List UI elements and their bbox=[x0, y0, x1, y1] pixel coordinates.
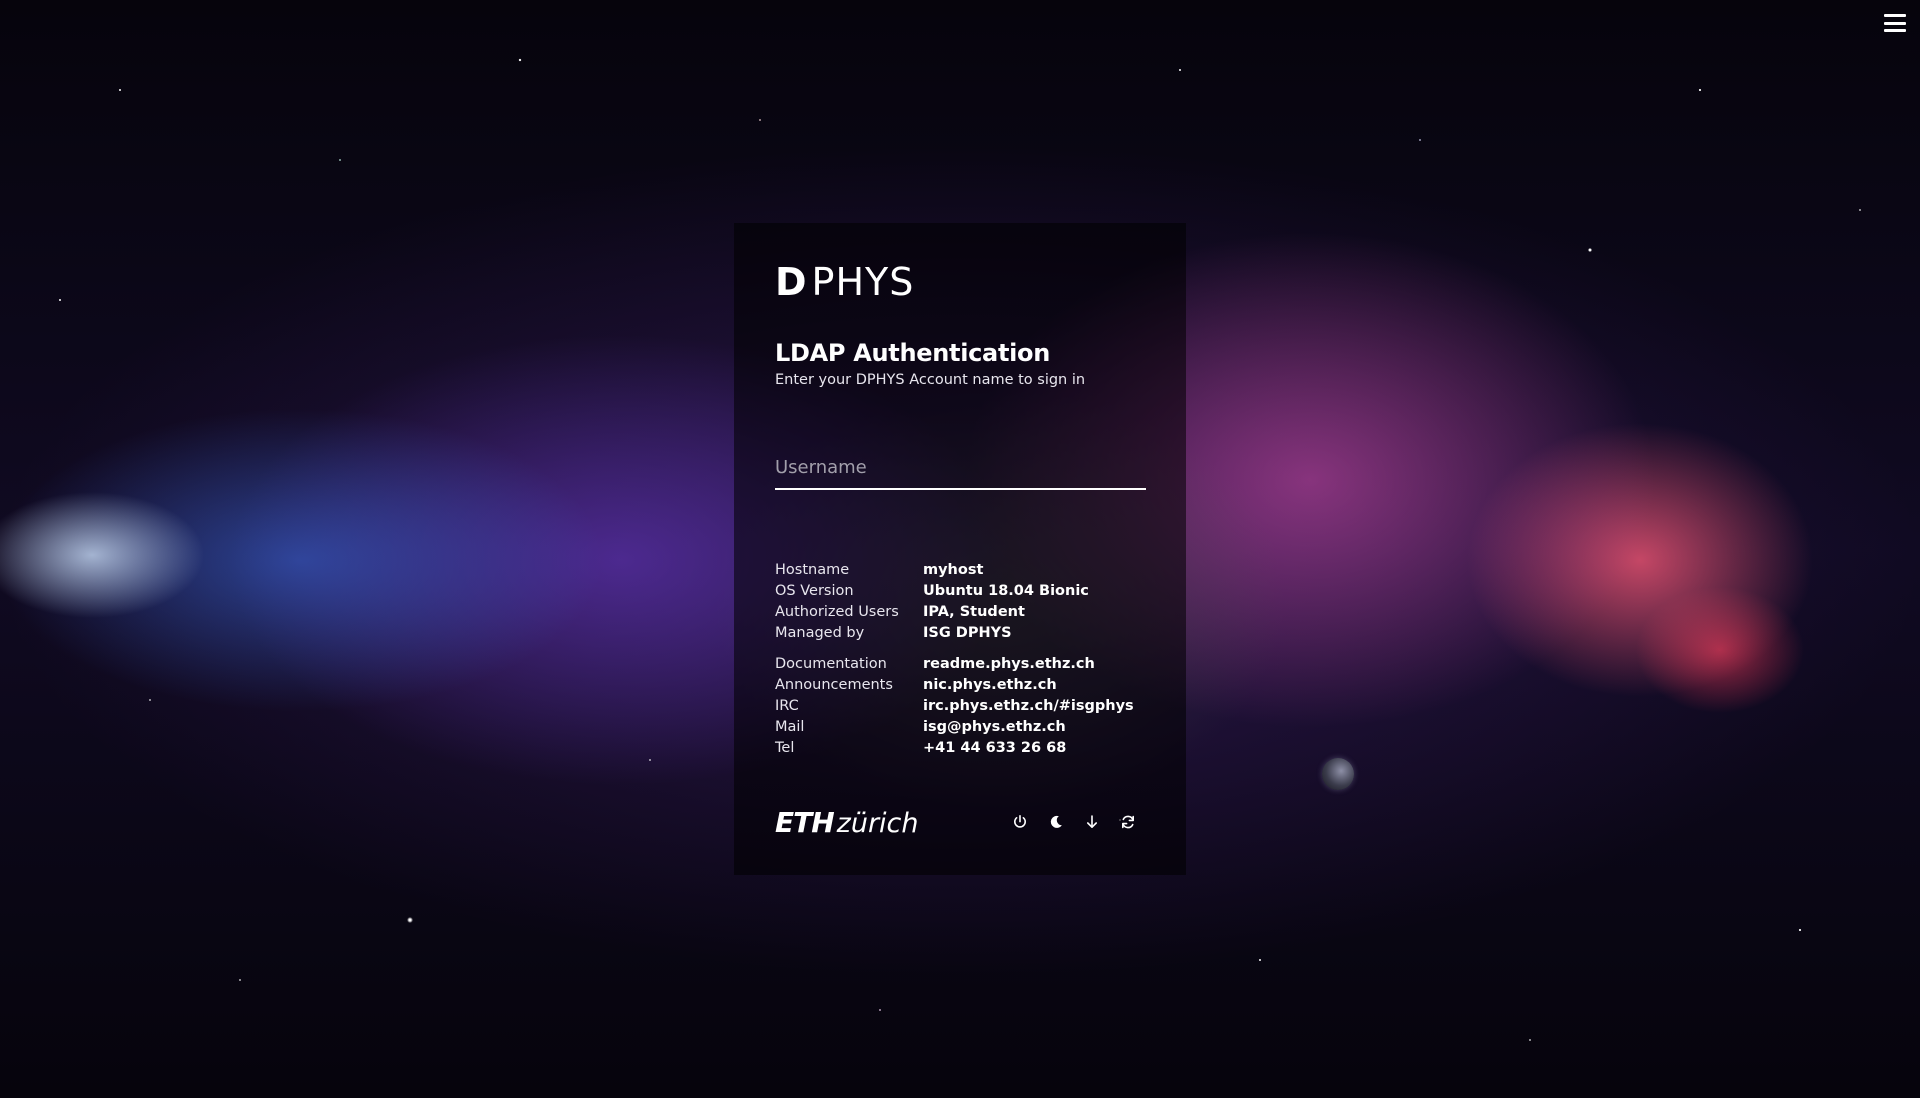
hibernate-button[interactable] bbox=[1082, 812, 1102, 832]
info-value: ISG DPHYS bbox=[923, 625, 1012, 641]
info-divider bbox=[775, 644, 1146, 654]
info-label: Documentation bbox=[775, 656, 887, 672]
info-value: irc.phys.ethz.ch/#isgphys bbox=[923, 698, 1134, 714]
username-input[interactable] bbox=[775, 448, 1146, 486]
hamburger-menu-icon bbox=[1884, 14, 1906, 17]
info-label: IRC bbox=[775, 698, 799, 714]
info-row-tel: Tel +41 44 633 26 68 bbox=[775, 738, 1146, 759]
arrow-down-icon bbox=[1087, 815, 1097, 828]
info-value: nic.phys.ethz.ch bbox=[923, 677, 1057, 693]
info-label: Managed by bbox=[775, 625, 865, 641]
planet-decoration bbox=[1322, 758, 1354, 790]
dphys-logo: D PHYS bbox=[775, 263, 1146, 301]
eth-logo-light: zürich bbox=[836, 807, 919, 839]
page-title: LDAP Authentication bbox=[775, 339, 1051, 367]
info-label: Mail bbox=[775, 719, 805, 735]
page-subtitle: Enter your DPHYS Account name to sign in bbox=[775, 372, 1086, 388]
info-value: Ubuntu 18.04 Bionic bbox=[923, 583, 1089, 599]
info-value: myhost bbox=[923, 562, 984, 578]
info-label: OS Version bbox=[775, 583, 854, 599]
refresh-icon bbox=[1122, 815, 1134, 829]
card-footer: ETH zürich bbox=[775, 806, 1146, 839]
info-label: Authorized Users bbox=[775, 604, 899, 620]
shutdown-button[interactable] bbox=[1010, 812, 1030, 832]
info-table: Hostname myhost OS Version Ubuntu 18.04 … bbox=[775, 560, 1146, 759]
info-value: readme.phys.ethz.ch bbox=[923, 656, 1095, 672]
info-row-os-version: OS Version Ubuntu 18.04 Bionic bbox=[775, 581, 1146, 602]
info-row-documentation: Documentation readme.phys.ethz.ch bbox=[775, 654, 1146, 675]
info-value: IPA, Student bbox=[923, 604, 1025, 620]
eth-logo-strong: ETH bbox=[775, 805, 835, 839]
power-actions bbox=[1010, 812, 1138, 832]
suspend-button[interactable] bbox=[1046, 812, 1066, 832]
eth-zurich-logo: ETH zürich bbox=[775, 806, 919, 839]
power-icon bbox=[1014, 815, 1026, 828]
logo-text: PHYS bbox=[811, 260, 915, 304]
login-card: D PHYS LDAP Authentication Enter your DP… bbox=[734, 223, 1186, 875]
info-row-authorized-users: Authorized Users IPA, Student bbox=[775, 602, 1146, 623]
info-row-announcements: Announcements nic.phys.ethz.ch bbox=[775, 675, 1146, 696]
username-field[interactable] bbox=[775, 448, 1146, 490]
info-row-managed-by: Managed by ISG DPHYS bbox=[775, 623, 1146, 644]
info-label: Tel bbox=[775, 740, 795, 756]
info-label: Announcements bbox=[775, 677, 893, 693]
logo-mark: D bbox=[775, 260, 807, 304]
menu-button[interactable] bbox=[1884, 14, 1906, 32]
info-label: Hostname bbox=[775, 562, 850, 578]
info-row-hostname: Hostname myhost bbox=[775, 560, 1146, 581]
moon-icon bbox=[1050, 815, 1062, 828]
info-value: isg@phys.ethz.ch bbox=[923, 719, 1066, 735]
info-row-mail: Mail isg@phys.ethz.ch bbox=[775, 717, 1146, 738]
info-row-irc: IRC irc.phys.ethz.ch/#isgphys bbox=[775, 696, 1146, 717]
restart-button[interactable] bbox=[1118, 812, 1138, 832]
info-value: +41 44 633 26 68 bbox=[923, 740, 1067, 756]
